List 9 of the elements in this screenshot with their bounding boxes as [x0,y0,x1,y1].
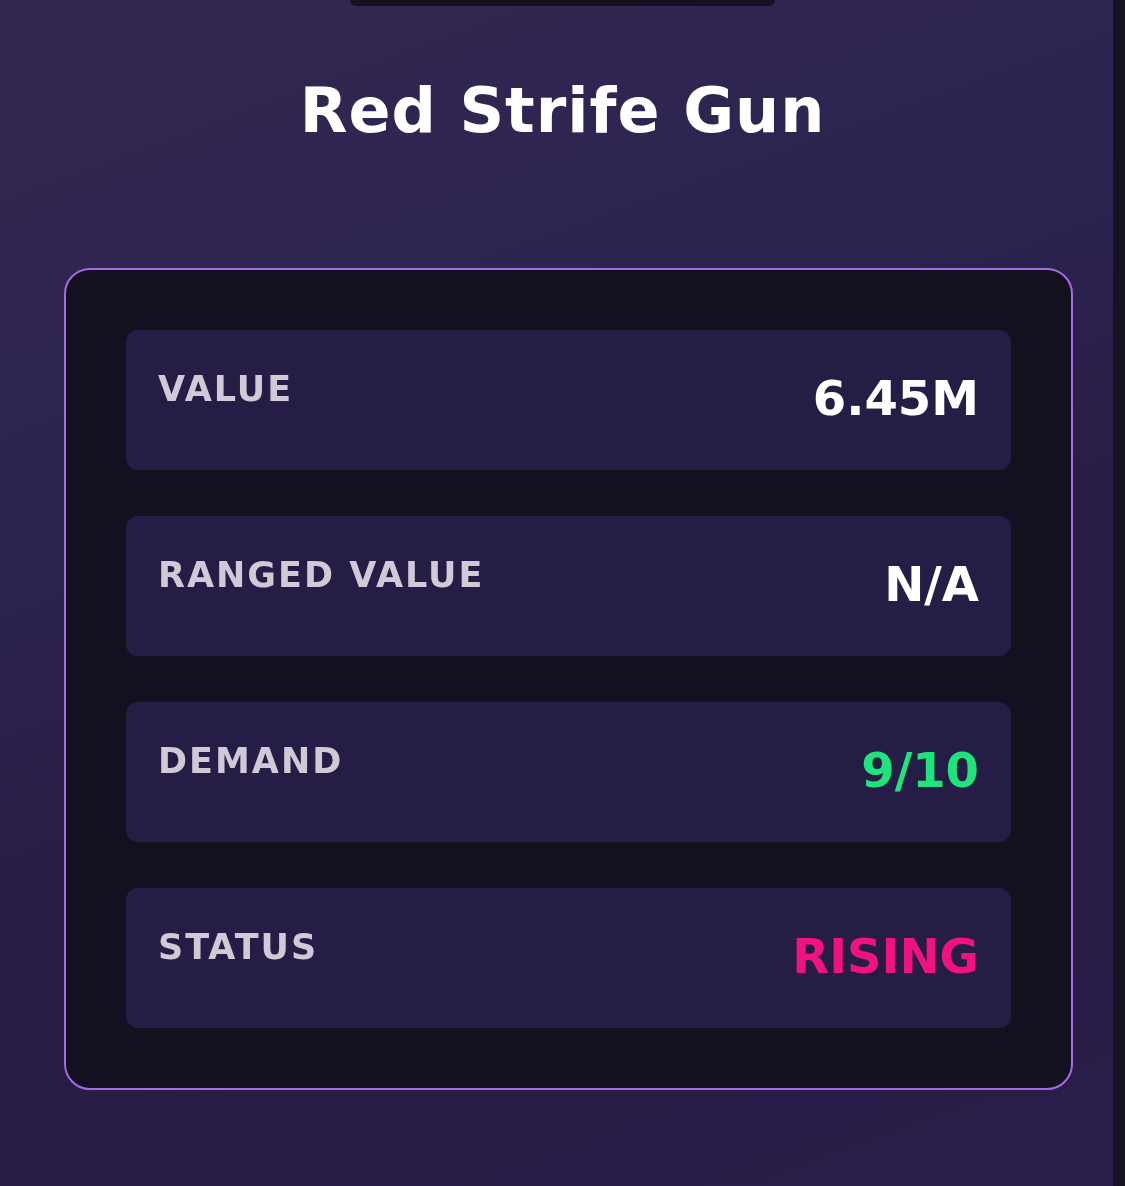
stat-value: RISING [792,928,979,986]
stat-label: RANGED VALUE [158,554,485,596]
stat-label: VALUE [158,368,294,410]
stat-value: 6.45M [812,370,979,428]
stat-value: N/A [884,556,979,614]
stat-label: DEMAND [158,740,344,782]
stat-value: 9/10 [861,742,979,800]
stat-label: STATUS [158,926,319,968]
item-title: Red Strife Gun [298,80,827,142]
